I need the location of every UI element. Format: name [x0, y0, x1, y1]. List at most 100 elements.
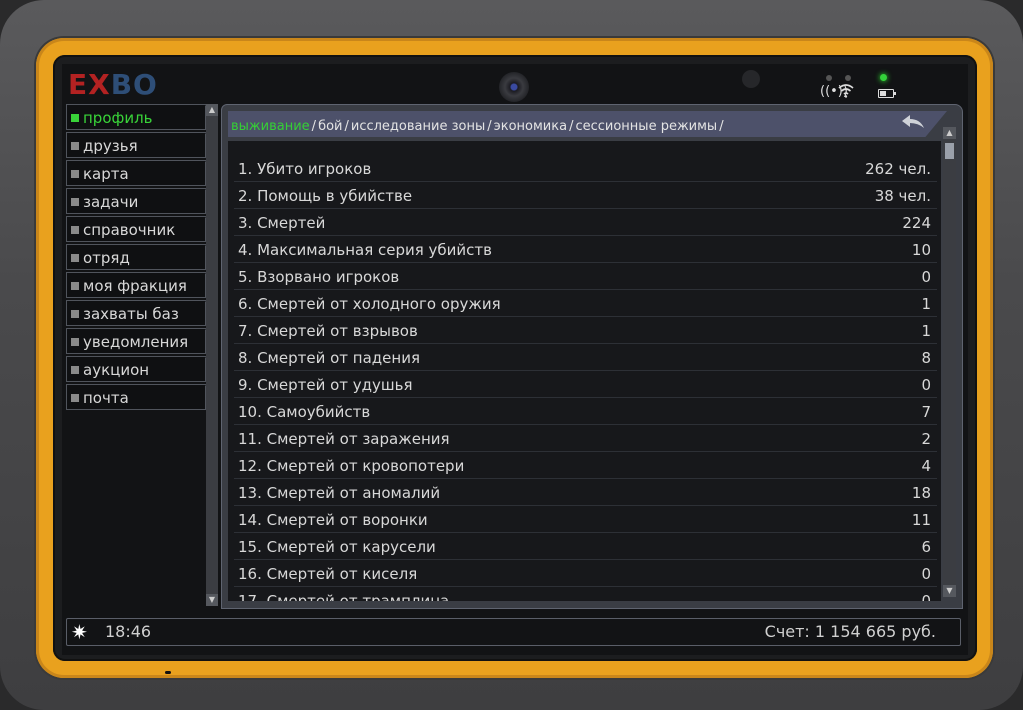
tab-separator: /: [344, 119, 349, 134]
sensor-icon: [742, 70, 760, 88]
sidebar-item[interactable]: задачи: [66, 188, 206, 214]
stat-value: 2: [921, 430, 931, 448]
scroll-thumb[interactable]: [945, 143, 954, 159]
sidebar-item[interactable]: справочник: [66, 216, 206, 242]
bullet-icon: [71, 394, 79, 402]
sidebar-item-label: задачи: [83, 193, 139, 211]
stat-value: 8: [921, 349, 931, 367]
stat-row: 6. Смертей от холодного оружия 1: [234, 291, 937, 317]
battery-icon: [878, 89, 896, 98]
stat-label: 17. Смертей от трамплина: [238, 592, 450, 601]
stat-label: 12. Смертей от кровопотери: [238, 457, 465, 475]
stat-value: 18: [911, 484, 931, 502]
sidebar-item[interactable]: захваты баз: [66, 300, 206, 326]
clock: 18:46: [105, 622, 152, 641]
sidebar-item[interactable]: уведомления: [66, 328, 206, 354]
sidebar-item-label: карта: [83, 165, 129, 183]
stat-label: 5. Взорвано игроков: [238, 268, 400, 286]
sidebar-item[interactable]: профиль: [66, 104, 206, 130]
stat-row: 14. Смертей от воронки 11: [234, 507, 937, 533]
stat-row: 1. Убито игроков 262 чел.: [234, 156, 937, 182]
stat-value: 6: [921, 538, 931, 556]
bullet-icon: [71, 114, 79, 122]
sun-icon: ✷: [71, 620, 88, 644]
stat-row: 13. Смертей от аномалий 18: [234, 480, 937, 506]
stat-row: 16. Смертей от киселя 0: [234, 561, 937, 587]
camera-icon: [499, 72, 529, 102]
balance: Счет: 1 154 665 руб.: [764, 622, 936, 641]
exbo-logo: EXBO: [68, 68, 158, 101]
status-bar: ✷ 18:46 Счет: 1 154 665 руб.: [66, 618, 961, 646]
stat-value: 1: [921, 295, 931, 313]
scroll-down-arrow-icon[interactable]: ▼: [206, 594, 218, 606]
back-arrow-icon[interactable]: [900, 113, 926, 134]
stat-value: 262 чел.: [865, 160, 931, 178]
stat-label: 6. Смертей от холодного оружия: [238, 295, 501, 313]
logo-right-text: BO: [110, 68, 158, 101]
stat-value: 224: [902, 214, 931, 232]
sidebar-item-label: отряд: [83, 249, 130, 267]
bullet-icon: [71, 226, 79, 234]
stat-label: 7. Смертей от взрывов: [238, 322, 418, 340]
bullet-icon: [71, 198, 79, 206]
home-indicator: [165, 671, 171, 674]
stat-label: 15. Смертей от карусели: [238, 538, 436, 556]
stat-value: 10: [911, 241, 931, 259]
stat-label: 16. Смертей от киселя: [238, 565, 418, 583]
bullet-icon: [71, 170, 79, 178]
sidebar-item-label: уведомления: [83, 333, 189, 351]
sidebar-item[interactable]: моя фракция: [66, 272, 206, 298]
tab-separator: /: [487, 119, 492, 134]
stat-row: 7. Смертей от взрывов 1: [234, 318, 937, 344]
stat-row: 9. Смертей от удушья 0: [234, 372, 937, 398]
scroll-up-arrow-icon[interactable]: ▲: [206, 104, 218, 116]
tab-separator: /: [719, 119, 724, 134]
stat-row: 4. Максимальная серия убийств 10: [234, 237, 937, 263]
sidebar-item[interactable]: друзья: [66, 132, 206, 158]
stat-value: 7: [921, 403, 931, 421]
sidebar-scrollbar[interactable]: ▲ ▼: [206, 104, 218, 606]
sidebar-item-label: захваты баз: [83, 305, 179, 323]
stat-row: 2. Помощь в убийстве 38 чел.: [234, 183, 937, 209]
sidebar-item[interactable]: карта: [66, 160, 206, 186]
stat-label: 2. Помощь в убийстве: [238, 187, 413, 205]
sidebar-item[interactable]: отряд: [66, 244, 206, 270]
bullet-icon: [71, 338, 79, 346]
wifi-icon: [838, 84, 854, 98]
scroll-up-arrow-icon[interactable]: ▲: [943, 127, 956, 139]
stat-value: 0: [921, 592, 931, 601]
sidebar-menu: профиль друзья карта задачи справочник отряд м…: [66, 104, 206, 412]
bullet-icon: [71, 142, 79, 150]
bullet-icon: [71, 366, 79, 374]
sidebar-item-label: аукцион: [83, 361, 150, 379]
stat-label: 4. Максимальная серия убийств: [238, 241, 492, 259]
sidebar-item[interactable]: аукцион: [66, 356, 206, 382]
stat-label: 11. Смертей от заражения: [238, 430, 450, 448]
stat-row: 8. Смертей от падения 8: [234, 345, 937, 371]
stat-label: 13. Смертей от аномалий: [238, 484, 441, 502]
stat-label: 3. Смертей: [238, 214, 326, 232]
sidebar-item-label: справочник: [83, 221, 176, 239]
power-led-icon: [880, 74, 887, 81]
tab[interactable]: бой: [318, 119, 342, 134]
stat-row: 11. Смертей от заражения 2: [234, 426, 937, 452]
tab[interactable]: выживание: [231, 119, 310, 134]
bullet-icon: [71, 254, 79, 262]
stat-label: 14. Смертей от воронки: [238, 511, 428, 529]
sidebar-item-label: профиль: [83, 109, 153, 127]
sidebar-item-label: почта: [83, 389, 129, 407]
tab[interactable]: исследование зоны: [351, 119, 485, 134]
tab-separator: /: [569, 119, 574, 134]
tab[interactable]: сессионные режимы: [575, 119, 717, 134]
stat-value: 0: [921, 565, 931, 583]
stat-row: 17. Смертей от трамплина 0: [234, 588, 937, 601]
content-scrollbar[interactable]: ▲ ▼: [943, 127, 956, 597]
sidebar-item[interactable]: почта: [66, 384, 206, 410]
stats-table: 1. Убито игроков 262 чел. 2. Помощь в убий…: [228, 141, 941, 601]
stat-row: 10. Самоубийств 7: [234, 399, 937, 425]
stats-tabs: выживание / бой / исследование зоны / экономик…: [231, 119, 726, 134]
stat-label: 1. Убито игроков: [238, 160, 372, 178]
scroll-down-arrow-icon[interactable]: ▼: [943, 585, 956, 597]
tab[interactable]: экономика: [494, 119, 567, 134]
bullet-icon: [71, 282, 79, 290]
